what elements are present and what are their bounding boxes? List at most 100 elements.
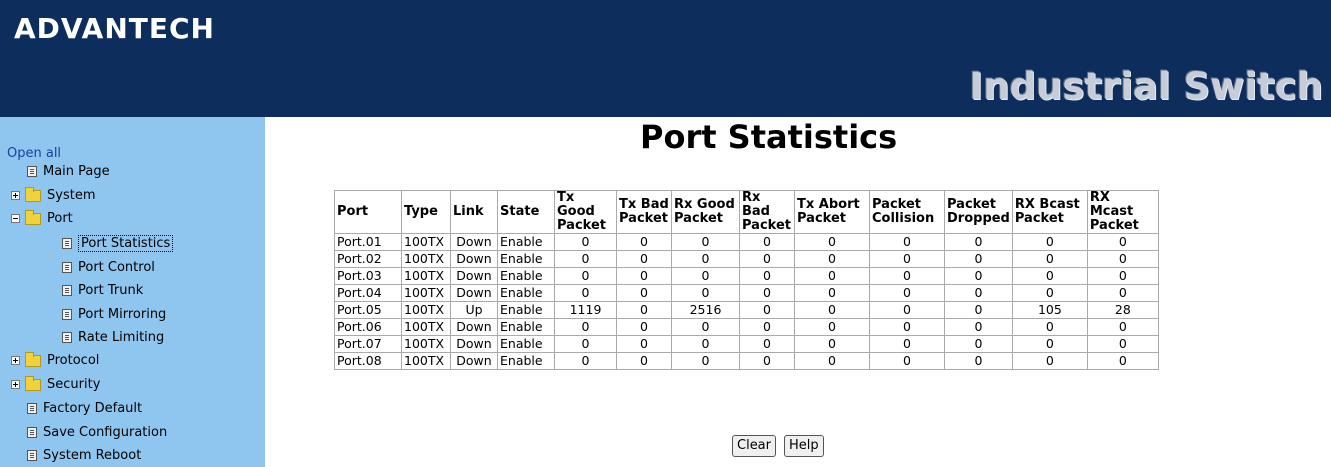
table-cell: Port.05 <box>334 301 402 319</box>
table-cell: 0 <box>944 233 1013 251</box>
table-cell: 0 <box>869 318 945 336</box>
table-cell: 0 <box>671 318 740 336</box>
table-cell: 0 <box>944 250 1013 268</box>
column-header: RX Mcast Packet <box>1086 190 1159 234</box>
table-cell: Port.04 <box>334 284 402 302</box>
table-cell: 0 <box>944 267 1013 285</box>
table-cell: 0 <box>944 335 1013 353</box>
table-cell: 0 <box>1086 284 1159 302</box>
table-cell: 105 <box>1011 301 1088 319</box>
column-header: Tx Abort Packet <box>794 190 870 234</box>
expand-icon[interactable] <box>11 191 20 200</box>
clear-button[interactable]: Clear <box>732 435 776 457</box>
sidebar-item-port-statistics[interactable]: Port Statistics <box>62 235 174 253</box>
table-cell: 100TX <box>401 301 451 319</box>
sidebar-item-label: Port Statistics <box>78 235 174 252</box>
table-cell: 0 <box>794 250 870 268</box>
sidebar-item-factory-default[interactable]: Factory Default <box>27 400 142 418</box>
sidebar-item-label: System <box>47 188 96 203</box>
sidebar-item-label: Port <box>47 211 73 226</box>
table-cell: 0 <box>944 318 1013 336</box>
open-all-link[interactable]: Open all <box>7 145 61 163</box>
table-body: Port.01 100TX Down Enable 0 0 0 0 0 0 0 0 0 Port.02 10… <box>334 233 1159 370</box>
sidebar-item-protocol[interactable]: Protocol <box>11 351 99 370</box>
table-cell: 0 <box>944 301 1013 319</box>
sidebar-item-rate-limiting[interactable]: Rate Limiting <box>62 329 164 347</box>
table-cell: 0 <box>869 284 945 302</box>
table-cell: Port.06 <box>334 318 402 336</box>
table-cell: 0 <box>1086 335 1159 353</box>
table-cell: 0 <box>739 301 795 319</box>
table-cell: Enable <box>497 250 555 268</box>
page-icon <box>62 262 72 273</box>
column-header: State <box>497 190 555 234</box>
table-row: Port.01 100TX Down Enable 0 0 0 0 0 0 0 0 0 <box>334 233 1159 251</box>
sidebar-item-label: Factory Default <box>43 401 143 416</box>
table-cell: 0 <box>554 284 617 302</box>
sidebar-item-port-mirroring[interactable]: Port Mirroring <box>62 306 166 324</box>
table-cell: Down <box>450 267 498 285</box>
table-cell: 0 <box>739 318 795 336</box>
help-button[interactable]: Help <box>784 435 824 457</box>
table-cell: Enable <box>497 284 555 302</box>
page-icon <box>62 238 72 249</box>
sidebar-item-security[interactable]: Security <box>11 375 101 394</box>
table-cell: Enable <box>497 301 555 319</box>
sidebar-item-label: Port Control <box>78 260 155 275</box>
column-header: Packet Collision <box>869 190 945 234</box>
table-cell: Port.01 <box>334 233 402 251</box>
table-cell: Down <box>450 335 498 353</box>
table-row: Port.08 100TX Down Enable 0 0 0 0 0 0 0 0 0 <box>334 352 1159 370</box>
table-cell: 0 <box>554 250 617 268</box>
table-cell: 0 <box>616 250 672 268</box>
table-cell: 0 <box>1011 335 1088 353</box>
sidebar-item-save-configuration[interactable]: Save Configuration <box>27 424 167 442</box>
table-cell: 0 <box>616 352 672 370</box>
sidebar-item-system-reboot[interactable]: System Reboot <box>27 447 141 465</box>
column-header: Tx Bad Packet <box>616 190 672 234</box>
table-row: Port.06 100TX Down Enable 0 0 0 0 0 0 0 0 0 <box>334 318 1159 336</box>
table-cell: 0 <box>1011 250 1088 268</box>
table-cell: Port.07 <box>334 335 402 353</box>
sidebar-item-label: Port Mirroring <box>78 307 167 322</box>
page-icon <box>27 427 37 438</box>
sidebar-item-port-trunk[interactable]: Port Trunk <box>62 282 143 300</box>
expand-icon[interactable] <box>11 356 20 365</box>
table-cell: 0 <box>869 335 945 353</box>
table-cell: Down <box>450 318 498 336</box>
table-cell: 0 <box>794 352 870 370</box>
table-cell: 100TX <box>401 318 451 336</box>
folder-icon <box>25 375 41 391</box>
table-cell: 0 <box>1086 250 1159 268</box>
table-cell: 0 <box>1011 233 1088 251</box>
table-cell: 0 <box>554 335 617 353</box>
table-cell: 100TX <box>401 352 451 370</box>
table-cell: 0 <box>616 267 672 285</box>
table-cell: 0 <box>616 318 672 336</box>
sidebar-item-label: Port Trunk <box>78 283 144 298</box>
table-cell: 0 <box>869 352 945 370</box>
table-cell: 0 <box>1086 267 1159 285</box>
table-cell: 0 <box>554 233 617 251</box>
table-cell: 0 <box>944 352 1013 370</box>
sidebar-item-system[interactable]: System <box>11 186 96 205</box>
table-cell: 0 <box>671 250 740 268</box>
collapse-icon[interactable] <box>11 214 20 223</box>
column-header: Packet Dropped <box>944 190 1013 234</box>
sidebar-item-port-control[interactable]: Port Control <box>62 259 155 277</box>
table-cell: 100TX <box>401 335 451 353</box>
table-cell: 100TX <box>401 284 451 302</box>
advantech-logo: ADVANTECH <box>14 12 215 45</box>
table-cell: 0 <box>1011 267 1088 285</box>
table-cell: 0 <box>1011 284 1088 302</box>
table-cell: 0 <box>794 335 870 353</box>
sidebar-item-port[interactable]: Port <box>11 209 73 228</box>
table-cell: 2516 <box>671 301 740 319</box>
table-cell: 0 <box>869 267 945 285</box>
sidebar-item-label: Security <box>47 377 101 392</box>
table-cell: Down <box>450 250 498 268</box>
table-cell: 0 <box>1086 352 1159 370</box>
expand-icon[interactable] <box>11 380 20 389</box>
table-row: Port.02 100TX Down Enable 0 0 0 0 0 0 0 0 0 <box>334 250 1159 268</box>
sidebar-item-main-page[interactable]: Main Page <box>27 163 110 181</box>
